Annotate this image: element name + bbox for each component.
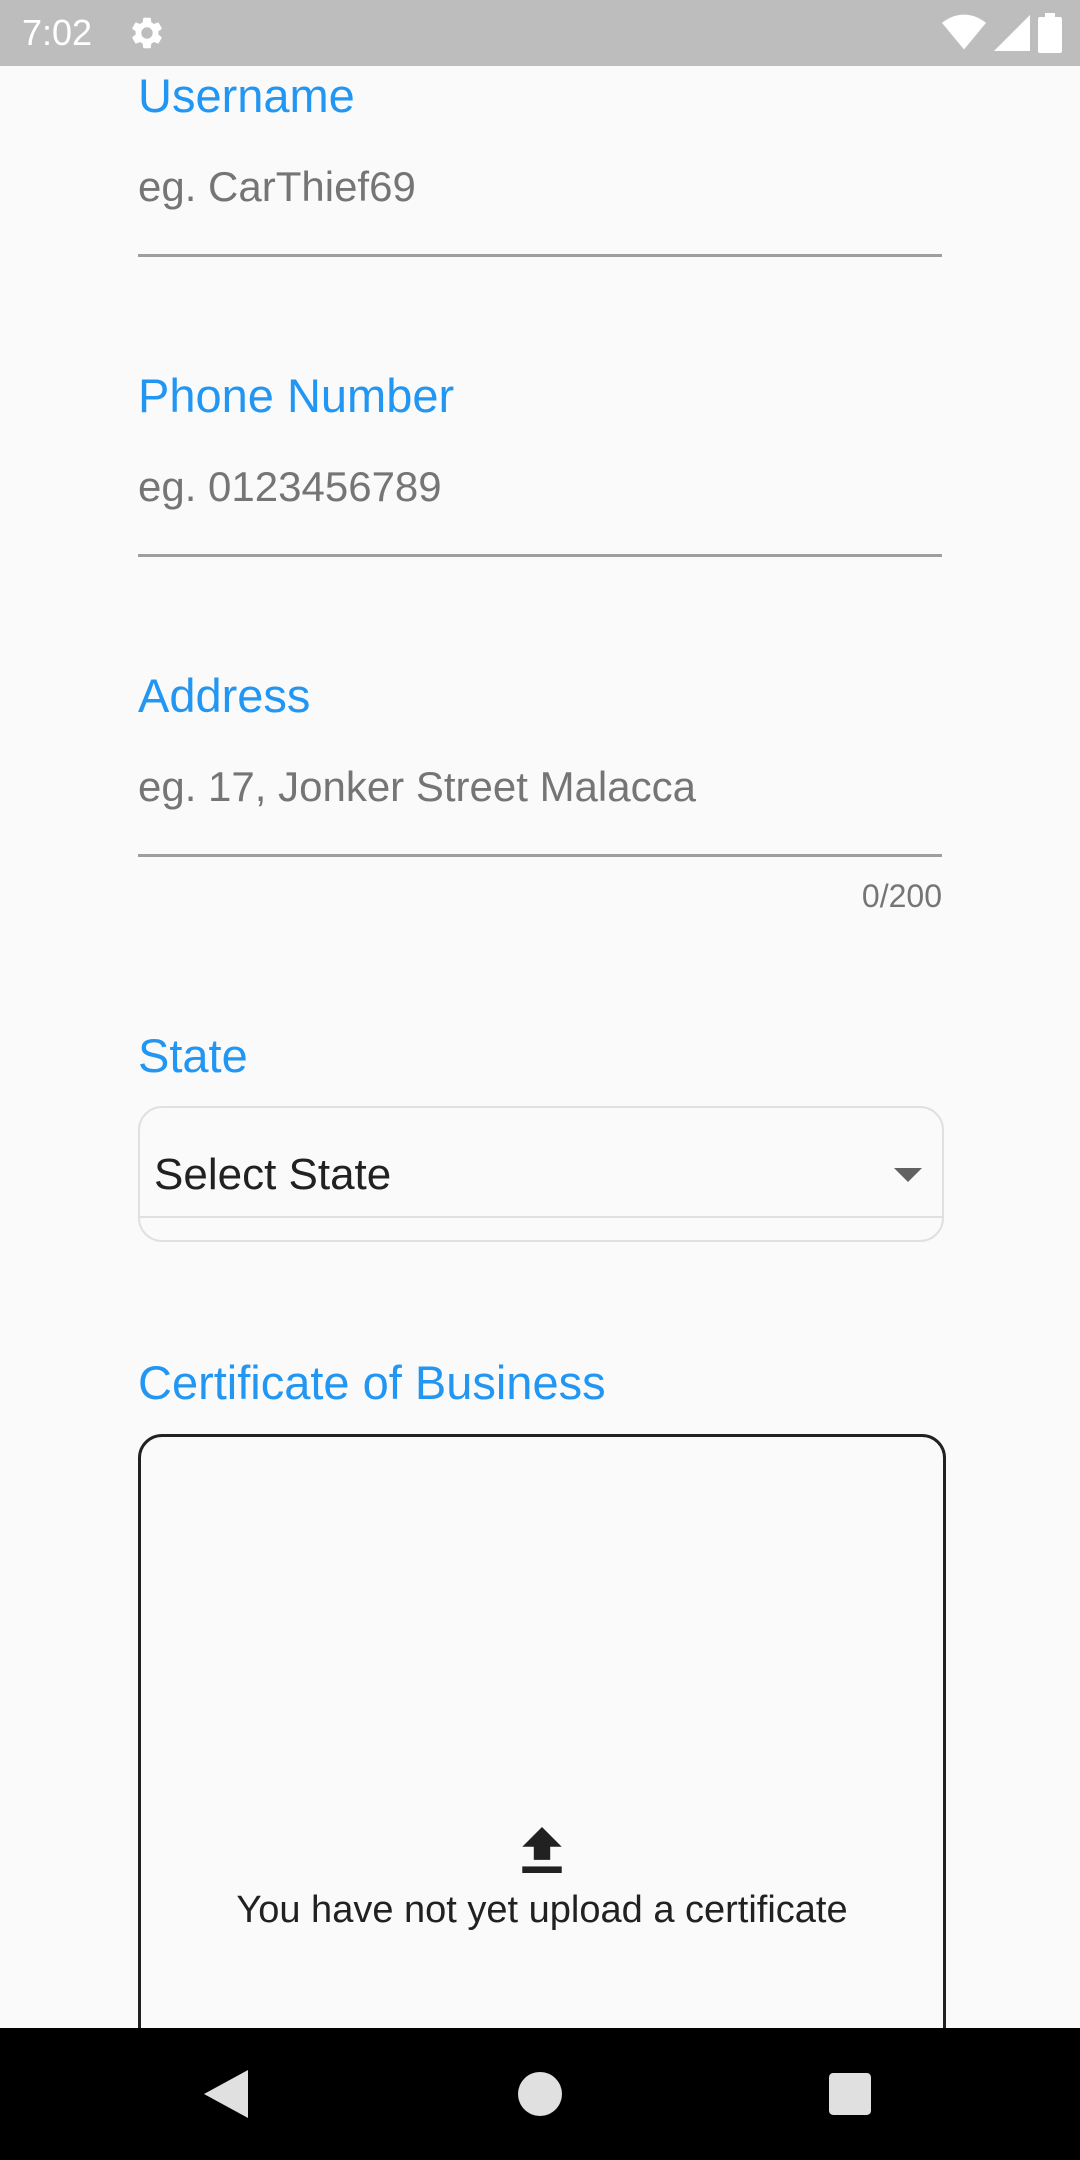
state-select[interactable]: Select State [138,1106,944,1242]
username-label: Username [138,69,355,122]
certificate-upload-area[interactable]: You have not yet upload a certificate [138,1434,946,2028]
phone-underline [138,554,942,557]
state-select-value: Select State [154,1150,392,1199]
status-time: 7:02 [22,12,93,53]
state-label: State [138,1029,248,1082]
recents-button[interactable] [824,2068,876,2120]
status-bar: 7:02 [0,0,1080,66]
battery-icon [1038,13,1062,53]
address-input[interactable]: eg. 17, Jonker Street Malacca [138,762,696,812]
status-icons [942,12,1062,54]
address-label: Address [138,669,311,722]
username-underline [138,254,942,257]
upload-icon [522,1827,562,1873]
username-input[interactable]: eg. CarThief69 [138,162,416,212]
certificate-empty-text: You have not yet upload a certificate [236,1889,848,1931]
gear-icon [132,17,162,49]
phone-label: Phone Number [138,369,455,422]
home-icon [518,2072,562,2116]
address-counter: 0/200 [861,878,942,914]
wifi-icon [942,14,986,50]
home-button[interactable] [514,2068,566,2120]
recents-icon [829,2073,871,2115]
back-button[interactable] [200,2068,252,2120]
state-select-underline [140,1216,942,1218]
signal-icon [994,15,1030,51]
certificate-label: Certificate of Business [138,1356,606,1409]
phone-input[interactable]: eg. 0123456789 [138,462,442,512]
chevron-down-icon [894,1168,922,1182]
form-content[interactable]: Username eg. CarThief69 Phone Number eg.… [0,66,1080,2028]
navigation-bar [0,2028,1080,2160]
address-underline [138,854,942,857]
back-icon [204,2070,248,2118]
